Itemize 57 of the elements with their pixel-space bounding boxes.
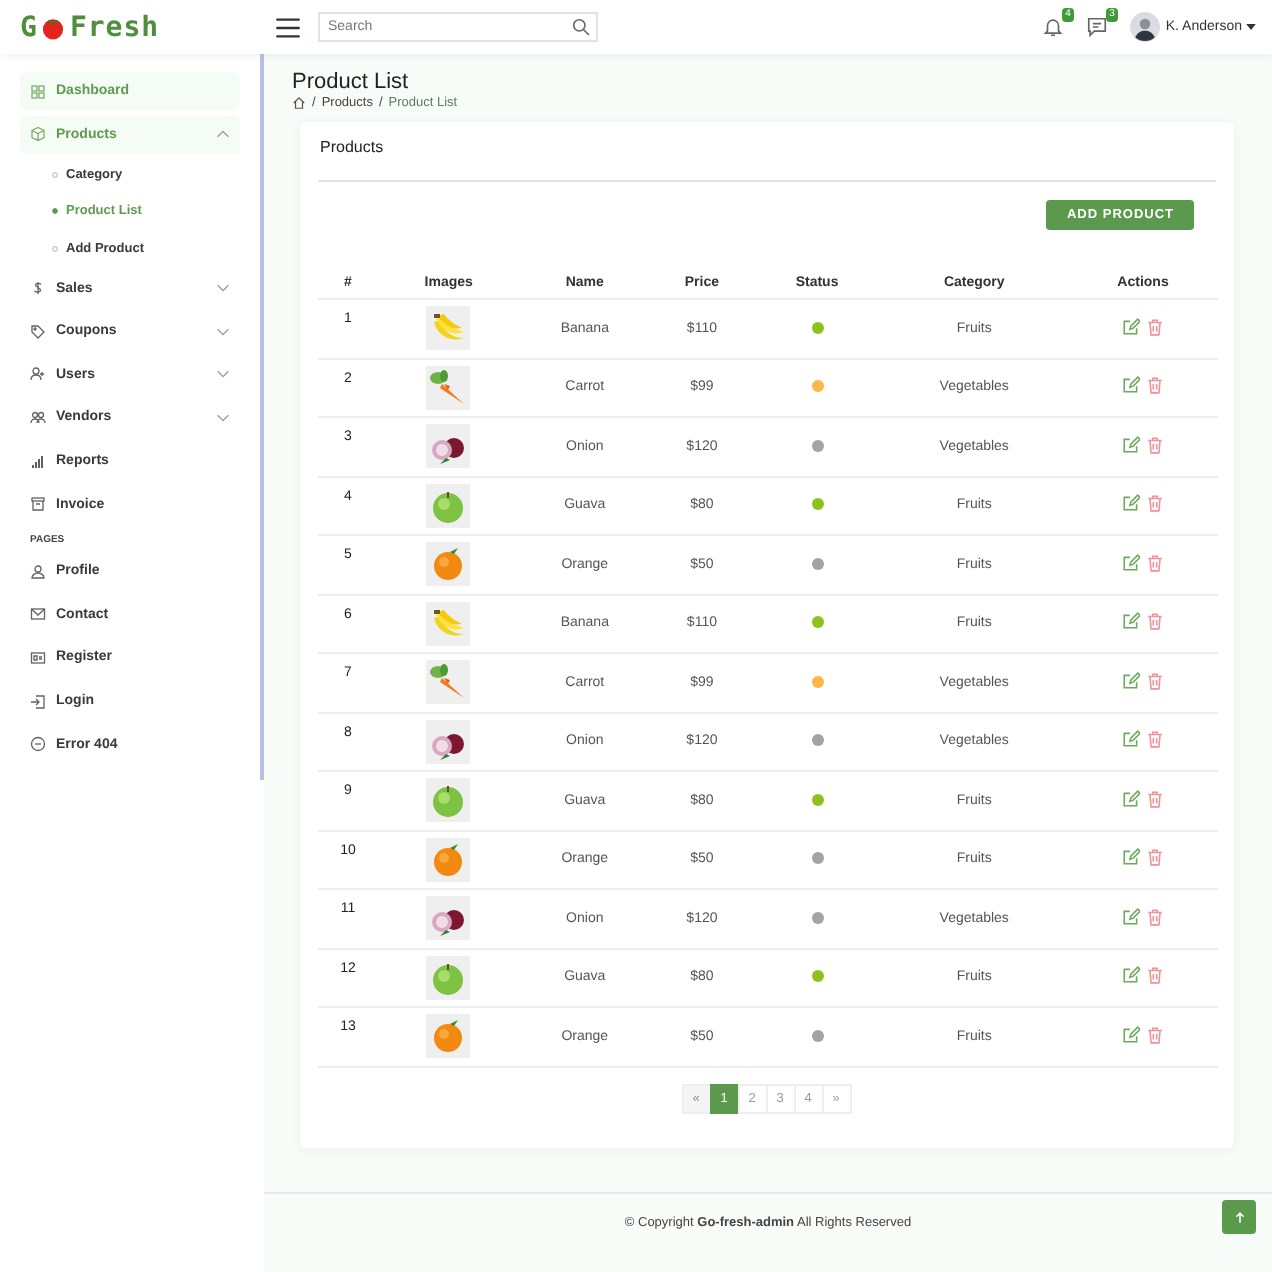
- edit-icon[interactable]: [1121, 612, 1140, 631]
- home-icon[interactable]: [292, 96, 306, 110]
- people-icon: [30, 409, 46, 426]
- edit-icon[interactable]: [1121, 848, 1140, 867]
- trash-icon[interactable]: [1146, 553, 1165, 572]
- tag-icon: [30, 323, 46, 340]
- edit-icon[interactable]: [1121, 730, 1140, 749]
- tomato-icon: [39, 14, 66, 40]
- edit-icon[interactable]: [1121, 671, 1140, 690]
- user-add-icon: [30, 366, 46, 383]
- trash-icon[interactable]: [1146, 1025, 1165, 1044]
- arrow-up-icon: [1233, 1211, 1245, 1223]
- search-icon[interactable]: [572, 18, 590, 36]
- page-title: Product List: [292, 70, 411, 94]
- person-icon: [30, 563, 46, 580]
- trash-icon[interactable]: [1146, 317, 1165, 336]
- edit-icon[interactable]: [1121, 966, 1140, 985]
- avatar[interactable]: [1129, 12, 1160, 42]
- dash-circle-icon: [30, 736, 46, 753]
- envelope-icon: [30, 606, 46, 623]
- trash-icon[interactable]: [1146, 966, 1165, 985]
- logo-text: Fresh: [69, 11, 160, 43]
- edit-icon[interactable]: [1121, 553, 1140, 572]
- trash-icon[interactable]: [1146, 612, 1165, 631]
- bullet-icon: [52, 171, 58, 178]
- trash-icon[interactable]: [1146, 435, 1165, 454]
- scrollbar[interactable]: [260, 54, 264, 780]
- bullet-icon: [52, 208, 58, 215]
- trash-icon[interactable]: [1146, 907, 1165, 926]
- edit-icon[interactable]: [1121, 435, 1140, 454]
- logo-text: G: [20, 11, 38, 43]
- trash-icon[interactable]: [1146, 730, 1165, 749]
- menu-icon[interactable]: [276, 17, 300, 37]
- login-icon: [30, 693, 46, 710]
- caret-icon: [1246, 24, 1256, 30]
- trash-icon[interactable]: [1146, 789, 1165, 808]
- trash-icon[interactable]: [1146, 494, 1165, 513]
- edit-icon[interactable]: [1121, 789, 1140, 808]
- trash-icon[interactable]: [1146, 848, 1165, 867]
- grid-icon: [30, 83, 46, 99]
- edit-icon[interactable]: [1121, 494, 1140, 513]
- box-icon: [30, 126, 46, 143]
- trash-icon[interactable]: [1146, 671, 1165, 690]
- bullet-icon: [52, 245, 58, 252]
- archive-icon: [30, 496, 46, 513]
- id-card-icon: [30, 649, 46, 666]
- bell-icon[interactable]: [1041, 16, 1064, 38]
- edit-icon[interactable]: [1121, 907, 1140, 926]
- edit-icon[interactable]: [1121, 376, 1140, 395]
- trash-icon[interactable]: [1146, 376, 1165, 395]
- bar-chart-icon: [30, 453, 46, 470]
- card-title: Products: [320, 138, 386, 156]
- chat-icon[interactable]: [1085, 16, 1108, 38]
- back-to-top-button[interactable]: [1222, 1200, 1256, 1234]
- edit-icon[interactable]: [1121, 317, 1140, 336]
- edit-icon[interactable]: [1121, 1025, 1140, 1044]
- dollar-icon: [30, 280, 46, 297]
